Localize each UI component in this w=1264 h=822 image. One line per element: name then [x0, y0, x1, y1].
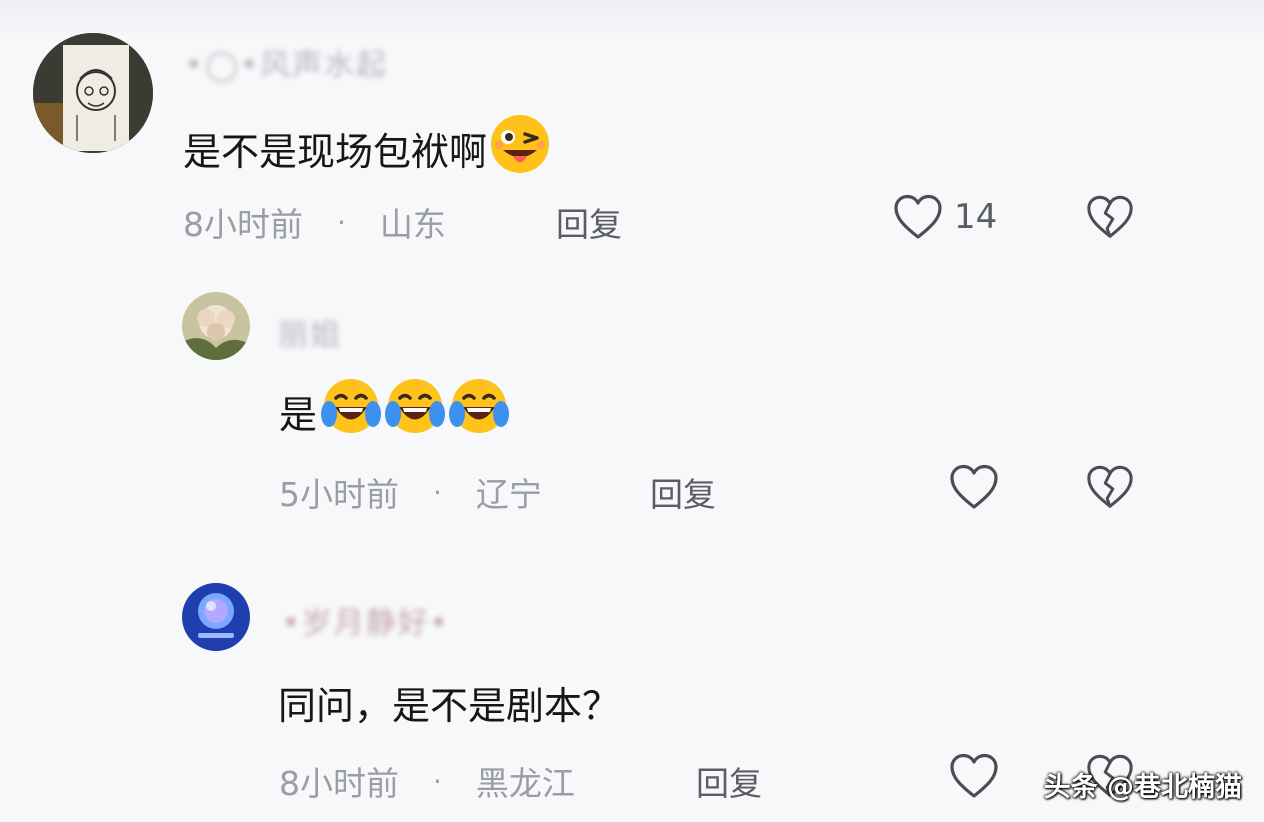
avatar[interactable] [182, 292, 250, 360]
reply-button[interactable]: 回复 [696, 757, 762, 805]
like-button[interactable]: 14 [892, 193, 997, 241]
username[interactable]: 丽姐 [278, 310, 342, 354]
comment-location: 山东 [379, 205, 446, 244]
avatar[interactable] [33, 33, 153, 153]
watermark: 头条 @巷北楠猫 [1043, 772, 1242, 803]
comment-time: 5小时前 [279, 475, 399, 514]
reply-button[interactable]: 回复 [650, 468, 716, 516]
username[interactable]: •◯•风声水起 [185, 40, 388, 84]
heart-outline-icon [950, 464, 998, 509]
comment-meta: 5小时前 · 辽宁 [279, 468, 542, 516]
comment-body: 是不是现场包袱啊 [183, 130, 488, 174]
comment-text: 是 [279, 376, 510, 447]
dislike-button[interactable] [1085, 193, 1135, 245]
broken-heart-icon [1087, 465, 1133, 508]
broken-heart-icon [1087, 195, 1133, 238]
heart-outline-icon [950, 753, 998, 798]
comment-meta: 8小时前 · 山东 [183, 198, 446, 246]
meta-separator: · [433, 475, 442, 509]
laugh-cry-emoji [319, 376, 382, 447]
meta-separator: · [433, 764, 442, 798]
comment-body: 是 [279, 393, 318, 437]
avatar[interactable] [182, 583, 250, 651]
wink-tongue-emoji [489, 113, 551, 184]
username[interactable]: •岁月静好• [282, 598, 449, 642]
comment-body: 同问，是不是剧本？ [278, 684, 621, 728]
comment-text: 同问，是不是剧本？ [278, 675, 620, 730]
comment-text: 是不是现场包袱啊 [183, 113, 551, 184]
comment-location: 辽宁 [475, 475, 542, 514]
comment-meta: 8小时前 · 黑龙江 [279, 757, 575, 805]
meta-separator: · [337, 205, 346, 239]
like-button[interactable] [948, 463, 1000, 511]
laugh-cry-emoji [383, 376, 446, 447]
laugh-cry-emoji [447, 376, 510, 447]
like-button[interactable] [948, 752, 1000, 800]
top-divider [0, 0, 1264, 40]
heart-outline-icon [894, 194, 942, 239]
comment-location: 黑龙江 [475, 764, 575, 803]
comment-time: 8小时前 [279, 764, 399, 803]
like-count: 14 [954, 197, 998, 237]
reply-button[interactable]: 回复 [556, 198, 622, 246]
dislike-button[interactable] [1085, 463, 1135, 515]
comment-time: 8小时前 [183, 205, 303, 244]
